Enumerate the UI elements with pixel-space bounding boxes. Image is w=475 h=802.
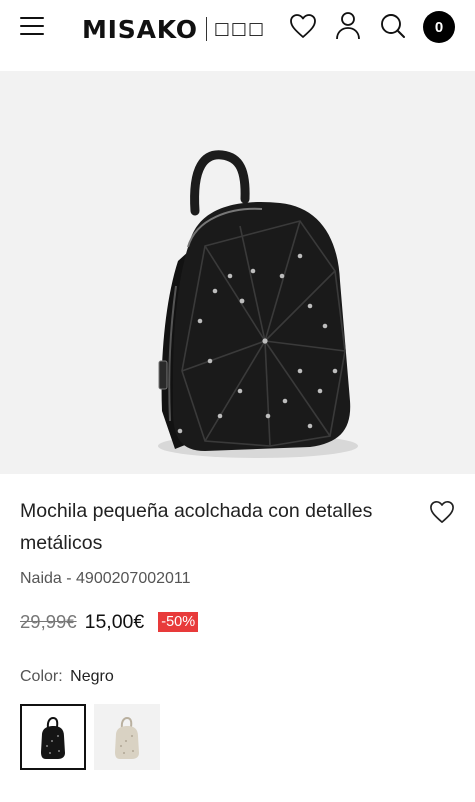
favorite-heart-icon[interactable] [429,500,455,526]
menu-icon[interactable] [20,17,44,37]
color-label: Color: [20,668,63,685]
old-price: 29,99€ [20,611,77,632]
logo[interactable]: MISAKO □□□ [82,13,265,45]
color-value: Negro [70,668,114,685]
logo-text: MISAKO [82,14,198,44]
user-icon[interactable] [333,11,363,41]
beige-backpack-thumbnail [115,716,139,759]
cart-count: 0 [434,18,444,36]
price-row: 29,99€ 15,00€ -50% [20,609,199,635]
discount-badge: -50% [158,612,199,632]
black-backpack-thumbnail [41,716,65,759]
logo-divider [205,17,207,41]
top-bar: MISAKO □□□ 0 [0,0,475,56]
backpack-illustration [158,150,358,458]
swatch-beige[interactable] [94,704,160,770]
cart-button[interactable]: 0 [423,11,455,43]
search-icon[interactable] [378,11,408,41]
heart-icon[interactable] [288,11,318,41]
current-price: 15,00€ [84,610,145,633]
swatch-negro[interactable] [20,704,86,770]
product-image[interactable] [0,71,475,474]
logo-subtext: □□□ [213,19,266,39]
color-selector-label: Color: Negro [20,668,114,686]
product-reference: Naida - 4900207002011 [20,570,191,587]
product-title: Mochila pequeña acolchada con detalles m… [20,500,373,554]
